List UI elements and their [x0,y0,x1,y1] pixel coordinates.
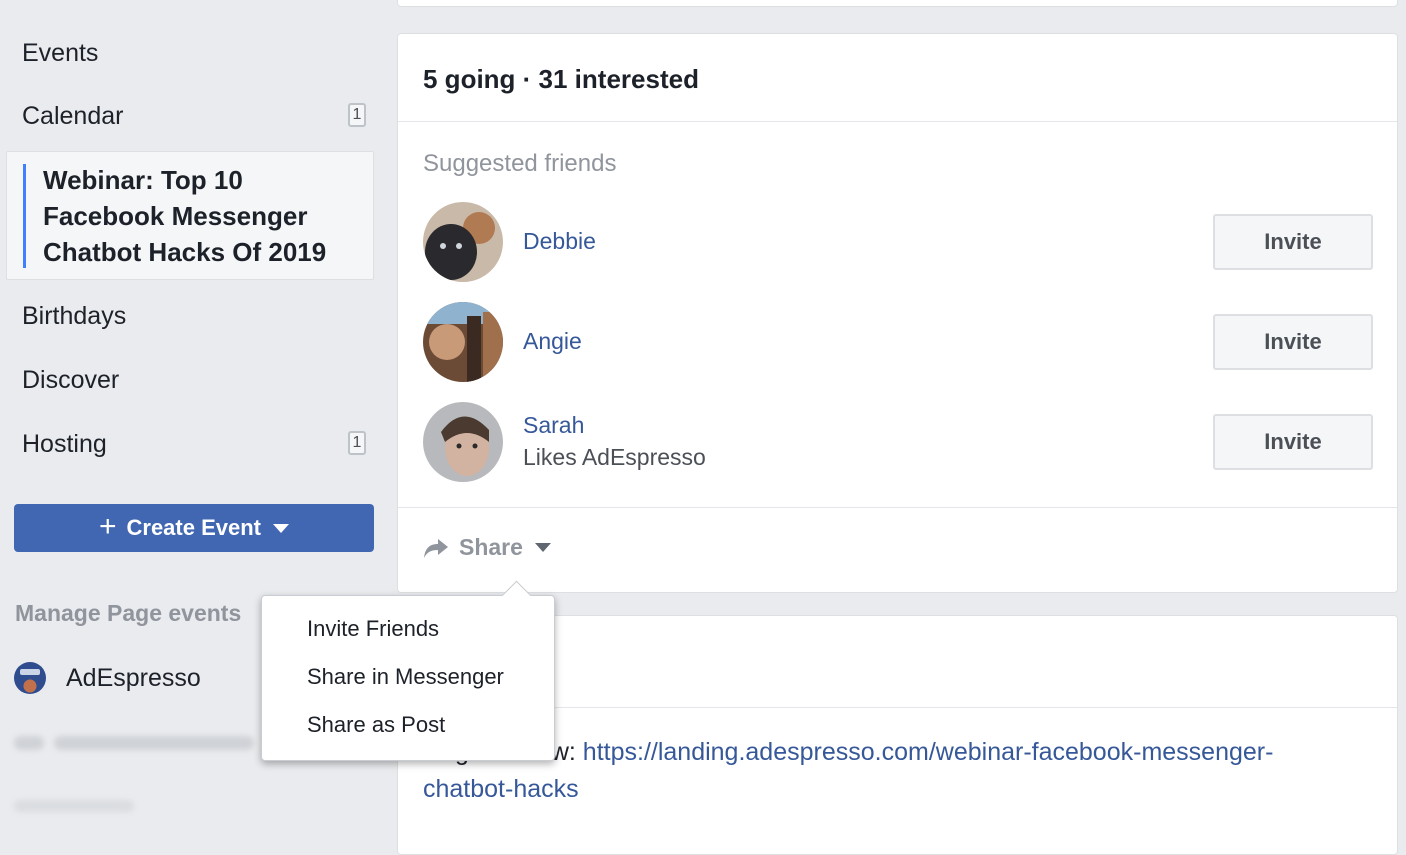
previous-card [397,0,1398,7]
sidebar-item-birthdays[interactable]: Birthdays [22,296,366,336]
share-menu: Invite Friends Share in Messenger Share … [261,580,555,761]
redacted-page-item [14,730,264,756]
sidebar-item-hosting[interactable]: Hosting 1 [22,424,366,464]
sidebar-item-calendar[interactable]: Calendar 1 [22,96,366,136]
selected-event-title: Webinar: Top 10 Facebook Messenger Chatb… [43,165,327,267]
redacted-row [14,800,134,812]
sidebar-item-label: Hosting [22,429,107,458]
sidebar-item-events[interactable]: Events [22,33,366,73]
invite-button[interactable]: Invite [1213,314,1373,370]
create-event-label: Create Event [126,515,262,540]
share-button[interactable]: Share [423,534,551,561]
caret-down-icon [534,543,551,552]
caret-down-icon [273,523,290,533]
friend-row: Debbie Invite [423,202,1373,282]
sidebar-item-selected-event[interactable]: Webinar: Top 10 Facebook Messenger Chatb… [6,151,374,280]
create-event-button[interactable]: + Create Event [14,504,374,552]
friend-avatar[interactable] [423,202,503,282]
friend-row: Sarah Likes AdEspresso Invite [423,402,1373,482]
page-avatar [14,662,46,694]
manage-page-events-heading: Manage Page events [15,600,242,626]
invite-button[interactable]: Invite [1213,414,1373,470]
invite-button[interactable]: Invite [1213,214,1373,270]
selected-indicator [23,164,26,268]
friend-name[interactable]: Angie [523,328,582,355]
divider [398,507,1397,508]
page-item-adespresso[interactable]: AdEspresso [14,662,201,694]
share-arrow-icon [424,538,448,558]
register-text: Register now: https://landing.adespresso… [423,734,1323,808]
divider [398,121,1397,122]
friend-avatar[interactable] [423,302,503,382]
count-badge: 1 [348,431,366,455]
plus-icon: + [98,509,117,543]
page-name: AdEspresso [66,663,201,692]
friend-name[interactable]: Debbie [523,228,596,255]
sidebar-item-label: Birthdays [22,301,127,330]
sidebar-item-discover[interactable]: Discover [22,360,366,400]
count-badge: 1 [348,103,366,127]
sidebar-item-label: Events [22,38,99,67]
friend-avatar[interactable] [423,402,503,482]
share-label: Share [459,534,523,560]
guest-stats[interactable]: 5 going · 31 interested [423,64,699,95]
guest-card: 5 going · 31 interested Suggested friend… [397,33,1398,593]
suggested-friends-heading: Suggested friends [423,150,617,177]
sidebar-item-label: Discover [22,365,120,394]
friend-subtitle: Likes AdEspresso [523,444,706,470]
menu-item-share-in-messenger[interactable]: Share in Messenger [307,664,504,690]
menu-item-share-as-post[interactable]: Share as Post [307,712,445,738]
friend-row: Angie Invite [423,302,1373,382]
menu-item-invite-friends[interactable]: Invite Friends [307,616,439,642]
friend-name[interactable]: Sarah [523,412,584,439]
sidebar-item-label: Calendar [22,101,124,130]
